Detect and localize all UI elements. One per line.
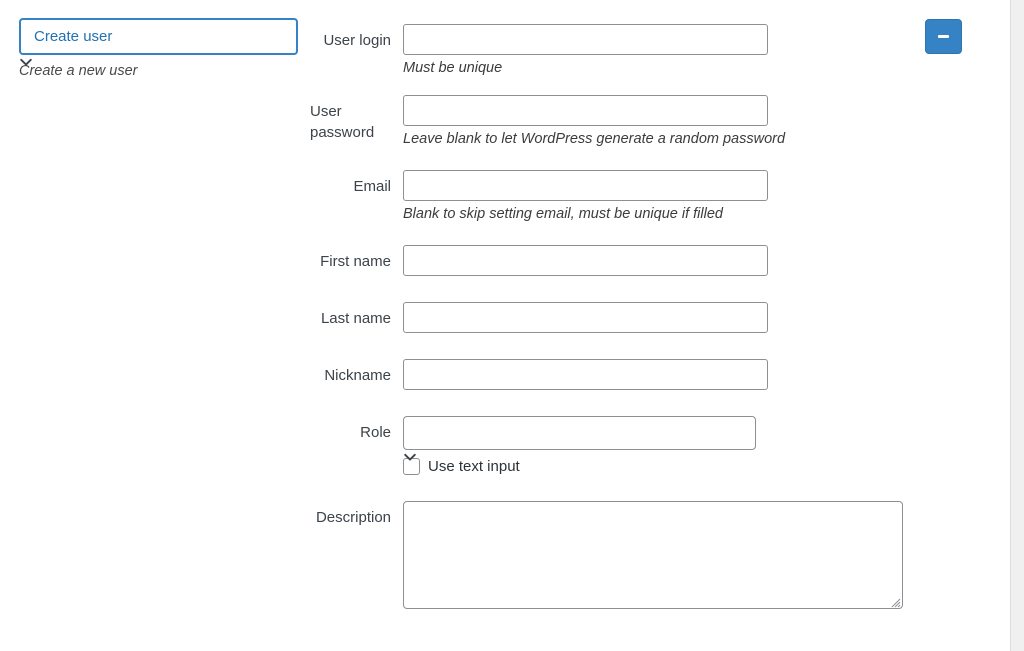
field-row-nickname: Nickname — [310, 359, 930, 391]
hint-email: Blank to skip setting email, must be uni… — [403, 206, 723, 223]
page-right-gutter — [1010, 0, 1024, 651]
chevron-down-icon — [19, 56, 33, 73]
field-row-first-name: First name — [310, 245, 930, 277]
control-first-name — [403, 245, 930, 277]
control-email: Blank to skip setting email, must be uni… — [403, 170, 930, 223]
hint-user-login: Must be unique — [403, 60, 503, 76]
email-input[interactable] — [403, 170, 768, 202]
description-wrapper — [403, 501, 903, 610]
control-description — [403, 501, 930, 610]
hint-user-password: Leave blank to let WordPress generate a … — [403, 131, 786, 148]
form-page: Create user Create a new user User login… — [0, 0, 1010, 651]
field-row-user-password: User password Leave blank to let WordPre… — [310, 95, 930, 148]
user-form: User login Must be unique User password … — [310, 24, 930, 627]
control-user-password: Leave blank to let WordPress generate a … — [403, 95, 930, 148]
control-role: Use text input — [403, 416, 930, 476]
user-login-input[interactable] — [403, 24, 768, 55]
role-select-wrapper — [403, 416, 756, 461]
user-password-input[interactable] — [403, 95, 768, 127]
label-user-login: User login — [323, 32, 391, 49]
minus-icon — [938, 35, 949, 38]
action-column: Create user Create a new user — [19, 18, 298, 80]
control-last-name — [403, 302, 930, 334]
field-row-email: Email Blank to skip setting email, must … — [310, 170, 930, 223]
action-select[interactable]: Create user — [19, 18, 298, 55]
control-user-login: Must be unique — [403, 24, 930, 77]
last-name-input[interactable] — [403, 302, 768, 334]
label-first-name: First name — [320, 253, 391, 271]
field-row-user-login: User login Must be unique — [310, 24, 930, 77]
label-role: Role — [360, 424, 391, 442]
role-select[interactable] — [403, 416, 756, 451]
description-textarea[interactable] — [403, 501, 903, 610]
chevron-down-icon — [403, 451, 417, 468]
field-row-description: Description — [310, 501, 930, 610]
label-user-password: User password — [310, 103, 375, 141]
field-row-last-name: Last name — [310, 302, 930, 334]
first-name-input[interactable] — [403, 245, 768, 277]
action-select-wrapper: Create user — [19, 18, 298, 66]
label-email: Email — [353, 178, 391, 196]
control-nickname — [403, 359, 930, 391]
remove-row-button[interactable] — [925, 19, 962, 54]
label-description: Description — [315, 509, 391, 527]
label-nickname: Nickname — [324, 367, 391, 385]
label-last-name: Last name — [320, 310, 391, 328]
nickname-input[interactable] — [403, 359, 768, 391]
field-row-role: Role Use text input — [310, 416, 930, 476]
